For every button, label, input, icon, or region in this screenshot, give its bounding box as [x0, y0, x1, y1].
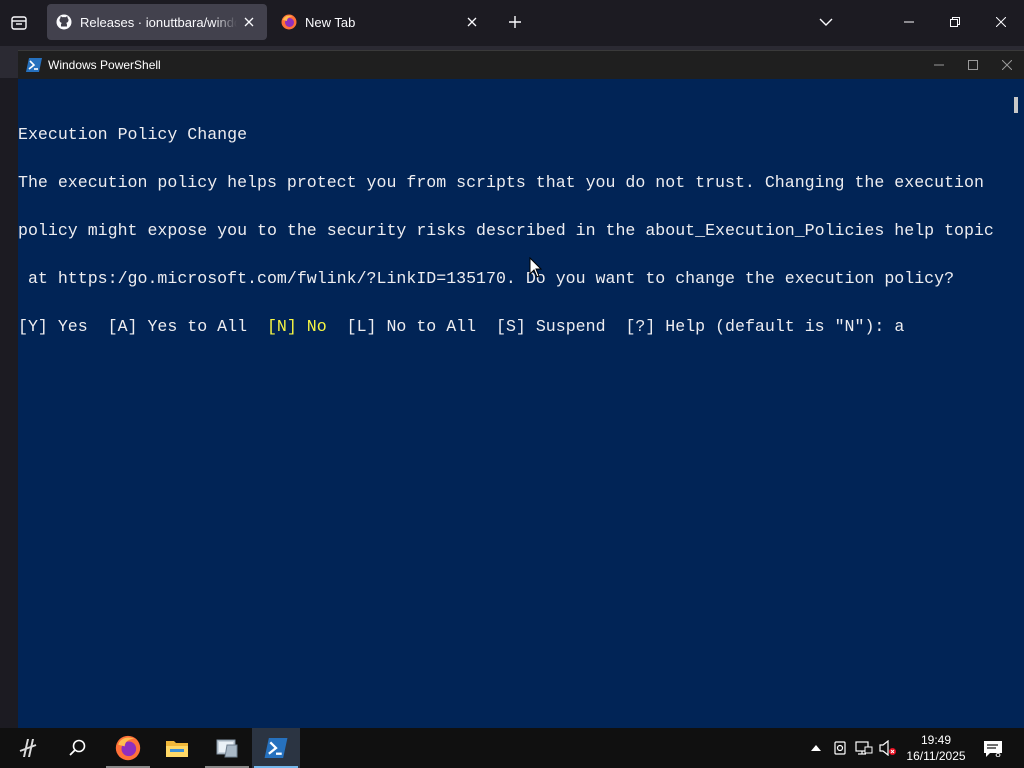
tab-title: Releases · ionuttbara/windows-defender-r…: [80, 14, 237, 30]
clock-date: 16/11/2025: [906, 749, 966, 763]
taskbar-file-explorer[interactable]: [153, 728, 201, 768]
mouse-cursor-icon: [529, 257, 543, 278]
firefox-icon: [115, 735, 141, 761]
list-all-tabs-button[interactable]: [814, 10, 838, 34]
close-icon: [1002, 60, 1012, 70]
volume-muted-icon: [879, 740, 896, 756]
file-explorer-icon: [166, 741, 188, 757]
close-icon: [996, 17, 1006, 27]
powershell-titlebar[interactable]: Windows PowerShell: [18, 51, 1024, 79]
maximize-button[interactable]: [956, 51, 990, 79]
close-tab-button[interactable]: [460, 10, 484, 34]
search-button[interactable]: [54, 728, 102, 768]
close-icon: [244, 17, 254, 27]
option-yes-to-all: [A] Yes to All: [107, 317, 267, 336]
option-suspend: [S] Suspend: [496, 317, 626, 336]
browser-tab-bar: Releases · ionuttbara/windows-defender-r…: [0, 0, 1024, 46]
firefox-icon: [281, 14, 297, 30]
close-button[interactable]: [990, 51, 1024, 79]
network-button[interactable]: [854, 738, 874, 758]
github-icon: [56, 14, 72, 30]
chevron-down-icon: [819, 18, 833, 26]
taskbar-clock[interactable]: 19:49 16/11/2025: [898, 732, 974, 764]
option-help: [?] Help (default is "N"):: [625, 317, 895, 336]
minimize-icon: [934, 64, 944, 66]
device-icon: [834, 741, 846, 755]
option-no: [N] No: [266, 317, 347, 336]
notification-count-badge: 8: [995, 749, 1001, 760]
powershell-icon: [26, 58, 42, 72]
taskbar-app[interactable]: [203, 728, 251, 768]
minimize-icon: [904, 21, 914, 23]
taskbar-powershell[interactable]: [252, 728, 300, 768]
network-icon: [855, 741, 873, 755]
powershell-window[interactable]: Windows PowerShell Execution Policy Chan…: [18, 50, 1024, 729]
console-output[interactable]: Execution Policy Change The execution po…: [18, 95, 1008, 367]
user-input[interactable]: a: [894, 317, 904, 336]
prompt-line: [Y] Yes [A] Yes to All [N] No [L] No to …: [18, 317, 1008, 336]
search-icon: [69, 739, 86, 756]
powershell-icon: [264, 738, 288, 758]
tab-releases[interactable]: Releases · ionuttbara/windows-defender-r…: [47, 4, 267, 40]
console-line: policy might expose you to the security …: [18, 221, 994, 240]
firefox-view-icon: [11, 16, 27, 30]
close-tab-button[interactable]: [237, 10, 261, 34]
clock-time: 19:49: [920, 733, 952, 747]
console-line: Execution Policy Change: [18, 125, 248, 144]
plus-icon: [509, 16, 521, 28]
console-line: The execution policy helps protect you f…: [18, 173, 984, 192]
window-title: Windows PowerShell: [48, 58, 161, 72]
restore-icon: [950, 17, 960, 27]
volume-button[interactable]: [878, 738, 898, 758]
app-icon: [216, 739, 238, 758]
firefox-view-button[interactable]: [8, 12, 30, 34]
start-button[interactable]: [4, 728, 52, 768]
option-no-to-all: [L] No to All: [346, 317, 496, 336]
show-hidden-icons-button[interactable]: [806, 738, 826, 758]
chevron-up-icon: [811, 745, 821, 751]
maximize-icon: [968, 60, 978, 70]
close-icon: [467, 17, 477, 27]
browser-close-button[interactable]: [978, 6, 1024, 38]
tray-device-icon[interactable]: [830, 738, 850, 758]
start-icon: [19, 739, 37, 757]
scrollbar-thumb[interactable]: [1014, 97, 1018, 113]
taskbar: 19:49 16/11/2025 8: [0, 728, 1024, 768]
minimize-button[interactable]: [922, 51, 956, 79]
browser-restore-button[interactable]: [932, 6, 978, 38]
console-line: at https:/go.microsoft.com/fwlink/?LinkI…: [18, 269, 955, 288]
option-yes: [Y] Yes: [18, 317, 108, 336]
tab-new-tab[interactable]: New Tab: [272, 4, 490, 40]
tab-title: New Tab: [305, 14, 356, 30]
taskbar-firefox[interactable]: [104, 728, 152, 768]
new-tab-button[interactable]: [503, 10, 527, 34]
browser-minimize-button[interactable]: [886, 6, 932, 38]
